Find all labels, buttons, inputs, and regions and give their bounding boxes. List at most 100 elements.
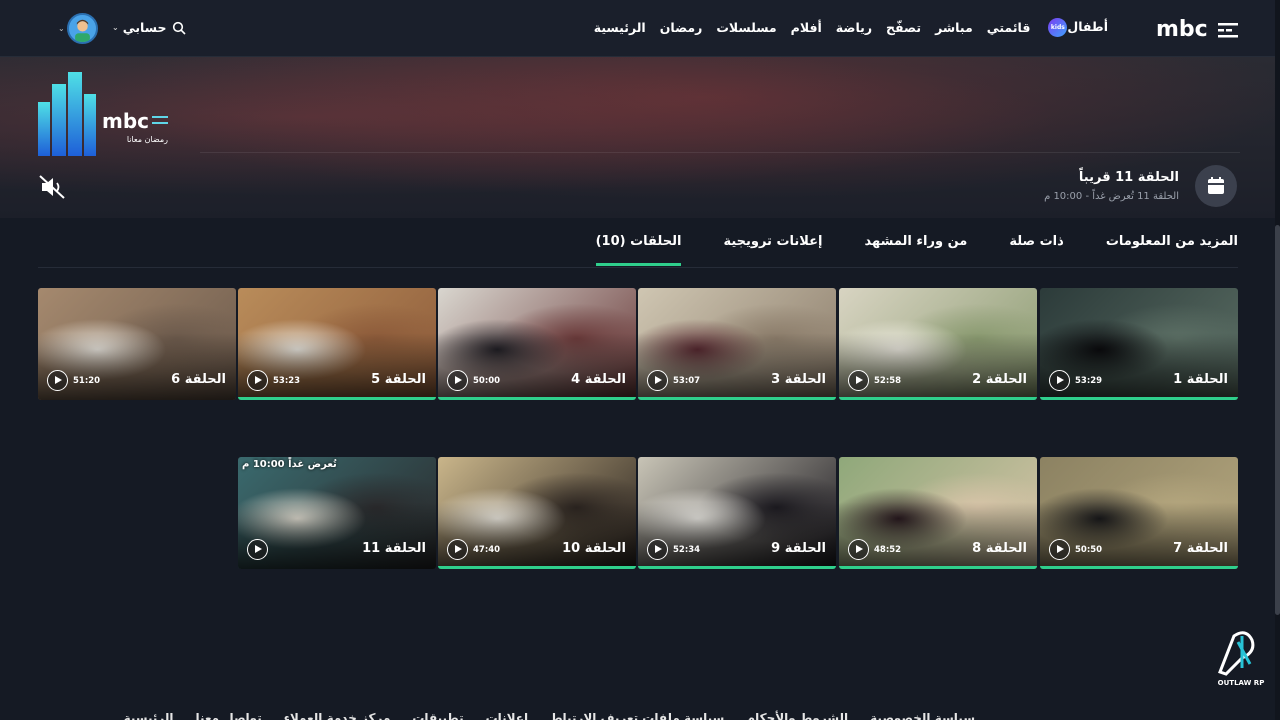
- play-icon[interactable]: [447, 370, 468, 391]
- episode-card[interactable]: الحلقة 5 53:23: [238, 288, 436, 400]
- watch-progress-bar: [1040, 566, 1238, 569]
- nav-item-label: أطفال: [1067, 19, 1108, 34]
- search-icon[interactable]: [172, 21, 186, 35]
- content-tabs: الحلقات (10) إعلانات ترويجية من وراء المشه…: [595, 234, 1238, 266]
- play-icon[interactable]: [47, 370, 68, 391]
- nav-item[interactable]: رمضان: [660, 20, 703, 35]
- tab[interactable]: إعلانات ترويجية: [723, 234, 822, 266]
- tabs-divider: [38, 267, 1238, 268]
- episode-title: الحلقة 8: [972, 541, 1027, 556]
- tab[interactable]: المزيد من المعلومات: [1106, 234, 1238, 266]
- nav-item-label: أفلام: [790, 20, 822, 35]
- mute-icon[interactable]: [38, 173, 66, 201]
- thumbnail-shade: [839, 332, 1037, 400]
- avatar-chevron-icon[interactable]: ⌄: [58, 24, 65, 33]
- nav-item[interactable]: رياضة: [836, 20, 872, 35]
- nav-item[interactable]: أطفالkids: [1044, 18, 1108, 37]
- next-episode-title: الحلقة 11 قريباً: [1078, 170, 1179, 185]
- svg-text:mbc: mbc: [1156, 17, 1208, 41]
- mbc-logo[interactable]: mbc: [1156, 17, 1240, 41]
- nav-item[interactable]: تصفّح: [886, 20, 921, 35]
- nav-item[interactable]: الرئيسية: [594, 20, 646, 35]
- account-menu[interactable]: ⌄ حسابي: [112, 20, 166, 35]
- play-icon[interactable]: [647, 539, 668, 560]
- calendar-icon: [1208, 177, 1224, 194]
- play-icon[interactable]: [848, 370, 869, 391]
- watch-progress-bar: [1040, 397, 1238, 400]
- episode-card[interactable]: الحلقة 11 تُعرض غداً 10:00 م: [238, 457, 436, 569]
- watch-progress-bar: [438, 566, 636, 569]
- episode-title: الحلقة 10: [562, 541, 626, 556]
- episode-duration: 47:40: [473, 545, 501, 555]
- episode-duration: 51:20: [73, 376, 101, 386]
- thumbnail-shade: [438, 332, 636, 400]
- thumbnail-shade: [638, 332, 836, 400]
- svg-text:OUTLAW RP: OUTLAW RP: [1218, 679, 1265, 687]
- episode-card[interactable]: الحلقة 4 50:00: [438, 288, 636, 400]
- kids-badge: kids: [1048, 18, 1068, 37]
- nav-item[interactable]: أفلام: [791, 20, 822, 35]
- coming-soon-label: تُعرض غداً 10:00 م: [242, 459, 337, 470]
- watch-progress-bar: [638, 397, 836, 400]
- play-icon[interactable]: [1049, 539, 1070, 560]
- episode-duration: 50:00: [473, 376, 501, 386]
- scrollbar-thumb[interactable]: [1275, 225, 1280, 615]
- episode-card[interactable]: الحلقة 3 53:07: [638, 288, 836, 400]
- next-episode-schedule: الحلقة 11 تُعرض غداً - 10:00 م: [1044, 191, 1179, 202]
- tab[interactable]: الحلقات (10): [595, 234, 682, 266]
- nav-item[interactable]: مسلسلات: [716, 20, 776, 35]
- episode-card[interactable]: الحلقة 2 52:58: [839, 288, 1037, 400]
- footer-link[interactable]: تواصل معنا: [195, 711, 261, 720]
- episode-card[interactable]: الحلقة 8 48:52: [839, 457, 1037, 569]
- avatar[interactable]: [67, 13, 98, 44]
- episode-duration: 50:50: [1075, 545, 1103, 555]
- episode-title: الحلقة 1: [1173, 372, 1228, 387]
- nav-item[interactable]: قائمتي: [987, 20, 1031, 35]
- footer-link[interactable]: مركز خدمة العملاء: [284, 711, 391, 720]
- thumbnail-shade: [438, 501, 636, 569]
- outlaw-rp-watermark: OUTLAW RP: [1218, 631, 1265, 687]
- nav-item-label: تصفّح: [886, 20, 922, 35]
- episode-card[interactable]: الحلقة 10 47:40: [438, 457, 636, 569]
- footer-link[interactable]: الشروط والأحكام: [746, 711, 848, 720]
- watch-progress-bar: [839, 566, 1037, 569]
- episode-duration: 53:29: [1075, 376, 1103, 386]
- tab[interactable]: ذات صلة: [1009, 234, 1063, 266]
- nav-item-label: الرئيسية: [593, 20, 646, 35]
- play-icon[interactable]: [848, 539, 869, 560]
- thumbnail-shade: [1040, 332, 1238, 400]
- account-label: حسابي: [122, 20, 167, 35]
- footer-link[interactable]: الرئيسية: [124, 711, 174, 720]
- nav-item[interactable]: مباشر: [935, 20, 973, 35]
- svg-text:mbc: mbc: [102, 109, 149, 133]
- main-nav: الرئيسية رمضان مسلسلات أفلام رياضة تصفّح مباشر…: [594, 18, 1108, 37]
- reminder-button[interactable]: [1195, 165, 1237, 207]
- nav-item-label: رمضان: [659, 20, 703, 35]
- footer-link[interactable]: إعلانات: [486, 711, 529, 720]
- play-icon[interactable]: [647, 370, 668, 391]
- episode-card[interactable]: الحلقة 1 53:29: [1040, 288, 1238, 400]
- tab[interactable]: من وراء المشهد: [865, 234, 968, 266]
- episode-card[interactable]: الحلقة 6 51:20: [38, 288, 236, 400]
- episode-title: الحلقة 3: [771, 372, 826, 387]
- episode-card[interactable]: الحلقة 7 50:50: [1040, 457, 1238, 569]
- thumbnail-shade: [638, 501, 836, 569]
- footer-link[interactable]: سياسة ملفات تعريف الارتباط: [550, 711, 724, 720]
- play-icon[interactable]: [247, 370, 268, 391]
- svg-text:رمضان معانا: رمضان معانا: [127, 135, 168, 144]
- episode-duration: 52:34: [673, 545, 701, 555]
- nav-item-label: قائمتي: [986, 20, 1031, 35]
- episode-card[interactable]: الحلقة 9 52:34: [638, 457, 836, 569]
- play-icon[interactable]: [447, 539, 468, 560]
- episode-duration: 53:07: [673, 376, 701, 386]
- episode-duration: 48:52: [874, 545, 902, 555]
- episode-duration: 52:58: [874, 376, 902, 386]
- watch-progress-bar: [438, 397, 636, 400]
- top-navbar: mbc الرئيسية رمضان مسلسلات أفلام رياضة تصفّح م…: [0, 0, 1280, 57]
- footer-link[interactable]: تطبيقات: [412, 711, 463, 720]
- play-icon[interactable]: [1049, 370, 1070, 391]
- footer-link[interactable]: سياسة الخصوصية: [870, 711, 975, 720]
- hero-banner: mbc رمضان معانا الحلقة 11 قريباً الحلقة …: [0, 57, 1275, 218]
- footer-links: الرئيسية تواصل معنا مركز خدمة العملاء تطبيق…: [124, 711, 975, 720]
- play-icon[interactable]: [247, 539, 268, 560]
